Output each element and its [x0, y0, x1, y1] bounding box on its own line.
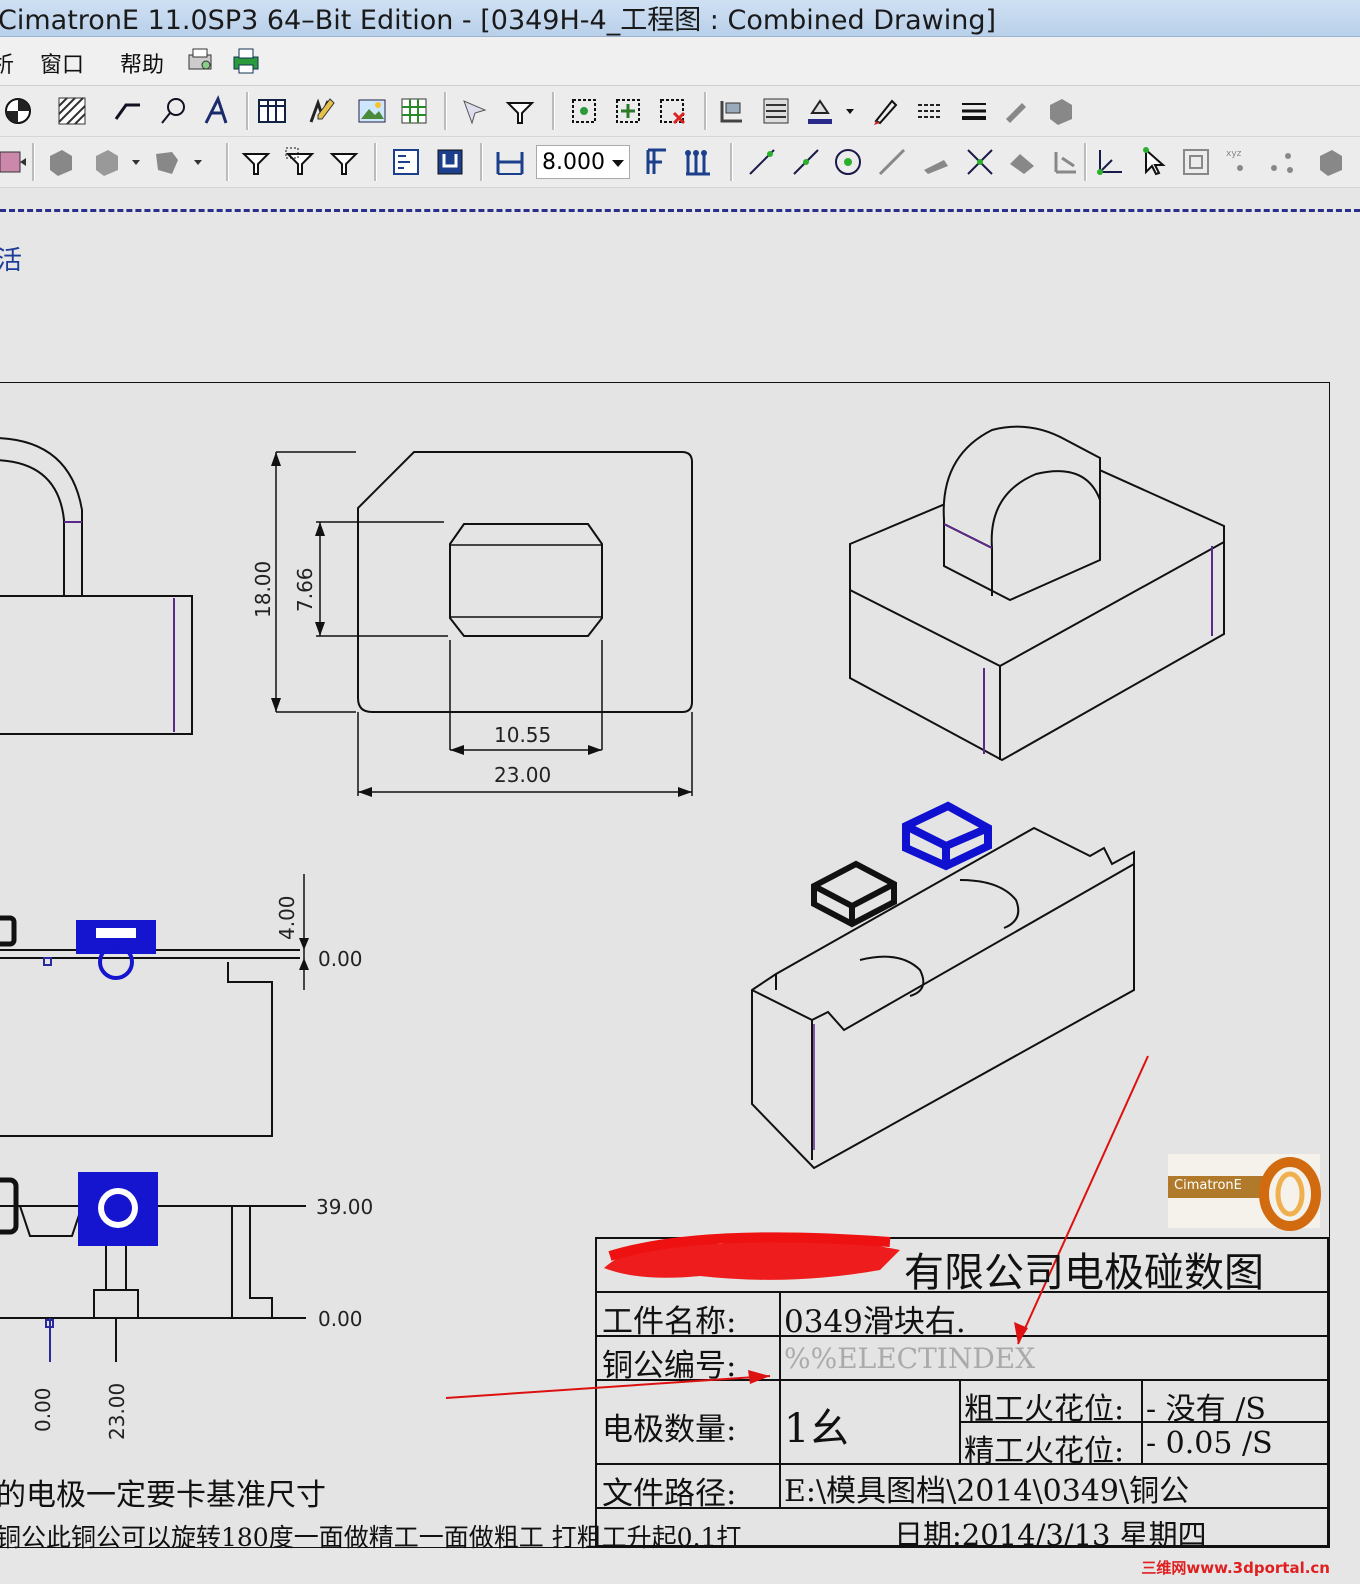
watermark: 三维网www.3dportal.cn [1141, 1559, 1330, 1577]
electrode-blue-bottom-inner [104, 1194, 132, 1222]
dim-10-55: 10.55 [494, 723, 551, 747]
file-path-value: E:\模具图档\2014\0349\铜公 [784, 1474, 1190, 1509]
dim-18: 18.00 [251, 561, 275, 618]
note-line-2: 铜公此铜公可以旋转180度一面做精工一面做粗工 打粗工升起0.1打 [0, 1523, 742, 1552]
dim-23-b: 23.00 [105, 1383, 129, 1440]
side-view-top [0, 437, 193, 735]
iso-workpiece-view [751, 826, 1135, 1170]
part-name-value: 0349滑块右. [784, 1304, 966, 1340]
dim-39: 39.00 [316, 1195, 373, 1219]
note-line-1: 的电极一定要卡基准尺寸 [0, 1478, 326, 1513]
dim-0-00-b: 0.00 [318, 1307, 363, 1331]
finish-spark-value: - 0.05 /S [1146, 1426, 1273, 1461]
electrode-no-label: 铜公编号: [602, 1348, 737, 1384]
logo-text: CimatronE [1174, 1178, 1242, 1193]
rough-spark-label: 粗工火花位: [964, 1392, 1125, 1427]
annotation-arrow-2 [1017, 1055, 1149, 1345]
date-label: 日期:2014/3/13 星期四 [894, 1518, 1207, 1552]
part-name-label: 工件名称: [602, 1304, 737, 1340]
rough-spark-value: - 没有 /S [1146, 1392, 1266, 1427]
electrode-qty-value: 1幺 [784, 1406, 850, 1452]
dim-0-00-a: 0.00 [318, 947, 363, 971]
dim-7-66: 7.66 [293, 567, 317, 612]
file-path-label: 文件路径: [602, 1476, 737, 1512]
finish-spark-label: 精工火花位: [964, 1434, 1125, 1469]
side-view-middle [0, 874, 305, 1137]
iso-electrode-view [849, 425, 1225, 762]
dim-arrows [271, 452, 692, 797]
dim-23: 23.00 [494, 763, 551, 787]
dim-4: 4.00 [275, 895, 299, 940]
dim-0-00-c: 0.00 [31, 1387, 55, 1432]
front-view [275, 451, 693, 796]
iso-electrode-blue [902, 801, 992, 871]
company-suffix: 有限公司电极碰数图 [904, 1250, 1264, 1296]
electrode-blue-side-slot [96, 928, 136, 938]
electrode-no-value: %%ELECTINDEX [784, 1342, 1036, 1375]
electrode-qty-label: 电极数量: [602, 1412, 737, 1448]
